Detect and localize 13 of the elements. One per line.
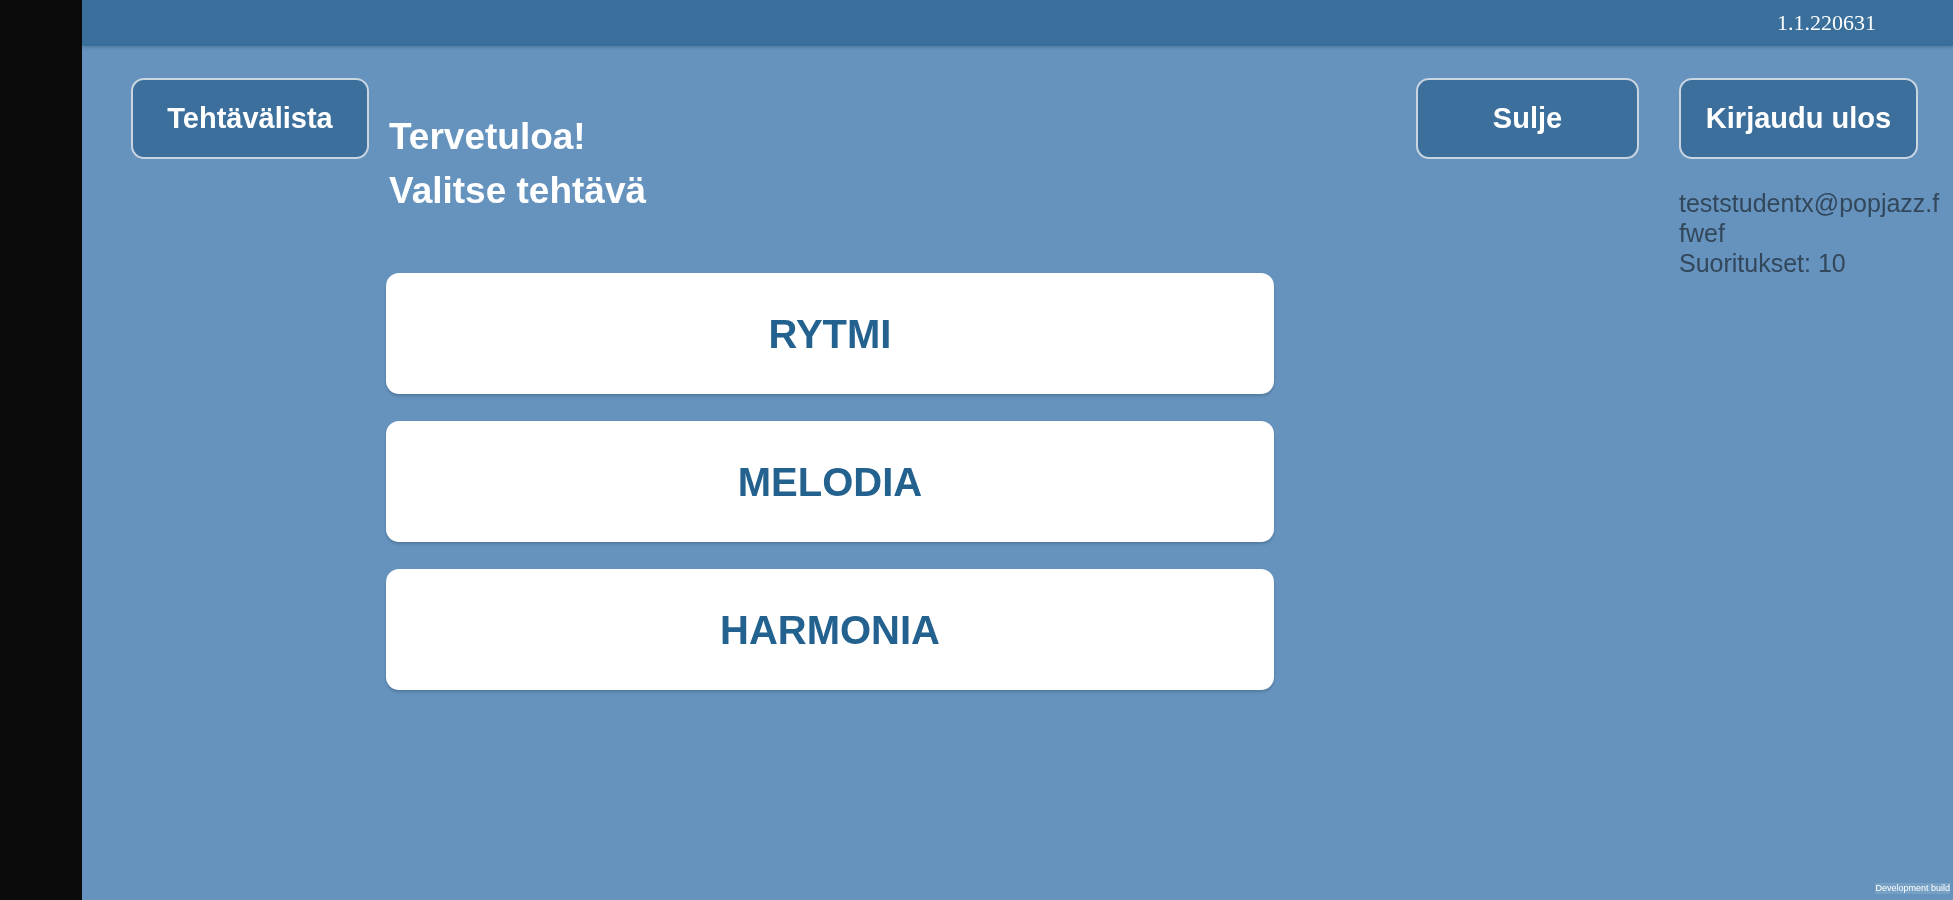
close-button[interactable]: Sulje <box>1416 78 1639 159</box>
task-category-button[interactable]: RYTMI <box>386 273 1274 394</box>
welcome-heading: Tervetuloa! <box>388 115 587 159</box>
task-list-button[interactable]: Tehtävälista <box>131 78 369 159</box>
build-label: Development build <box>1875 883 1950 894</box>
user-info-text: teststudentx@popjazz.f <box>1679 188 1940 218</box>
task-category-button[interactable]: HARMONIA <box>386 569 1274 690</box>
logout-button[interactable]: Kirjaudu ulos <box>1679 78 1918 159</box>
user-info-text: fwef <box>1679 218 1726 248</box>
version-label: 1.1.220631 <box>1777 12 1876 34</box>
user-info-text: Suoritukset: 10 <box>1679 248 1847 278</box>
instruction-text: Valitse tehtävä <box>388 169 648 213</box>
task-category-button[interactable]: MELODIA <box>386 421 1274 542</box>
